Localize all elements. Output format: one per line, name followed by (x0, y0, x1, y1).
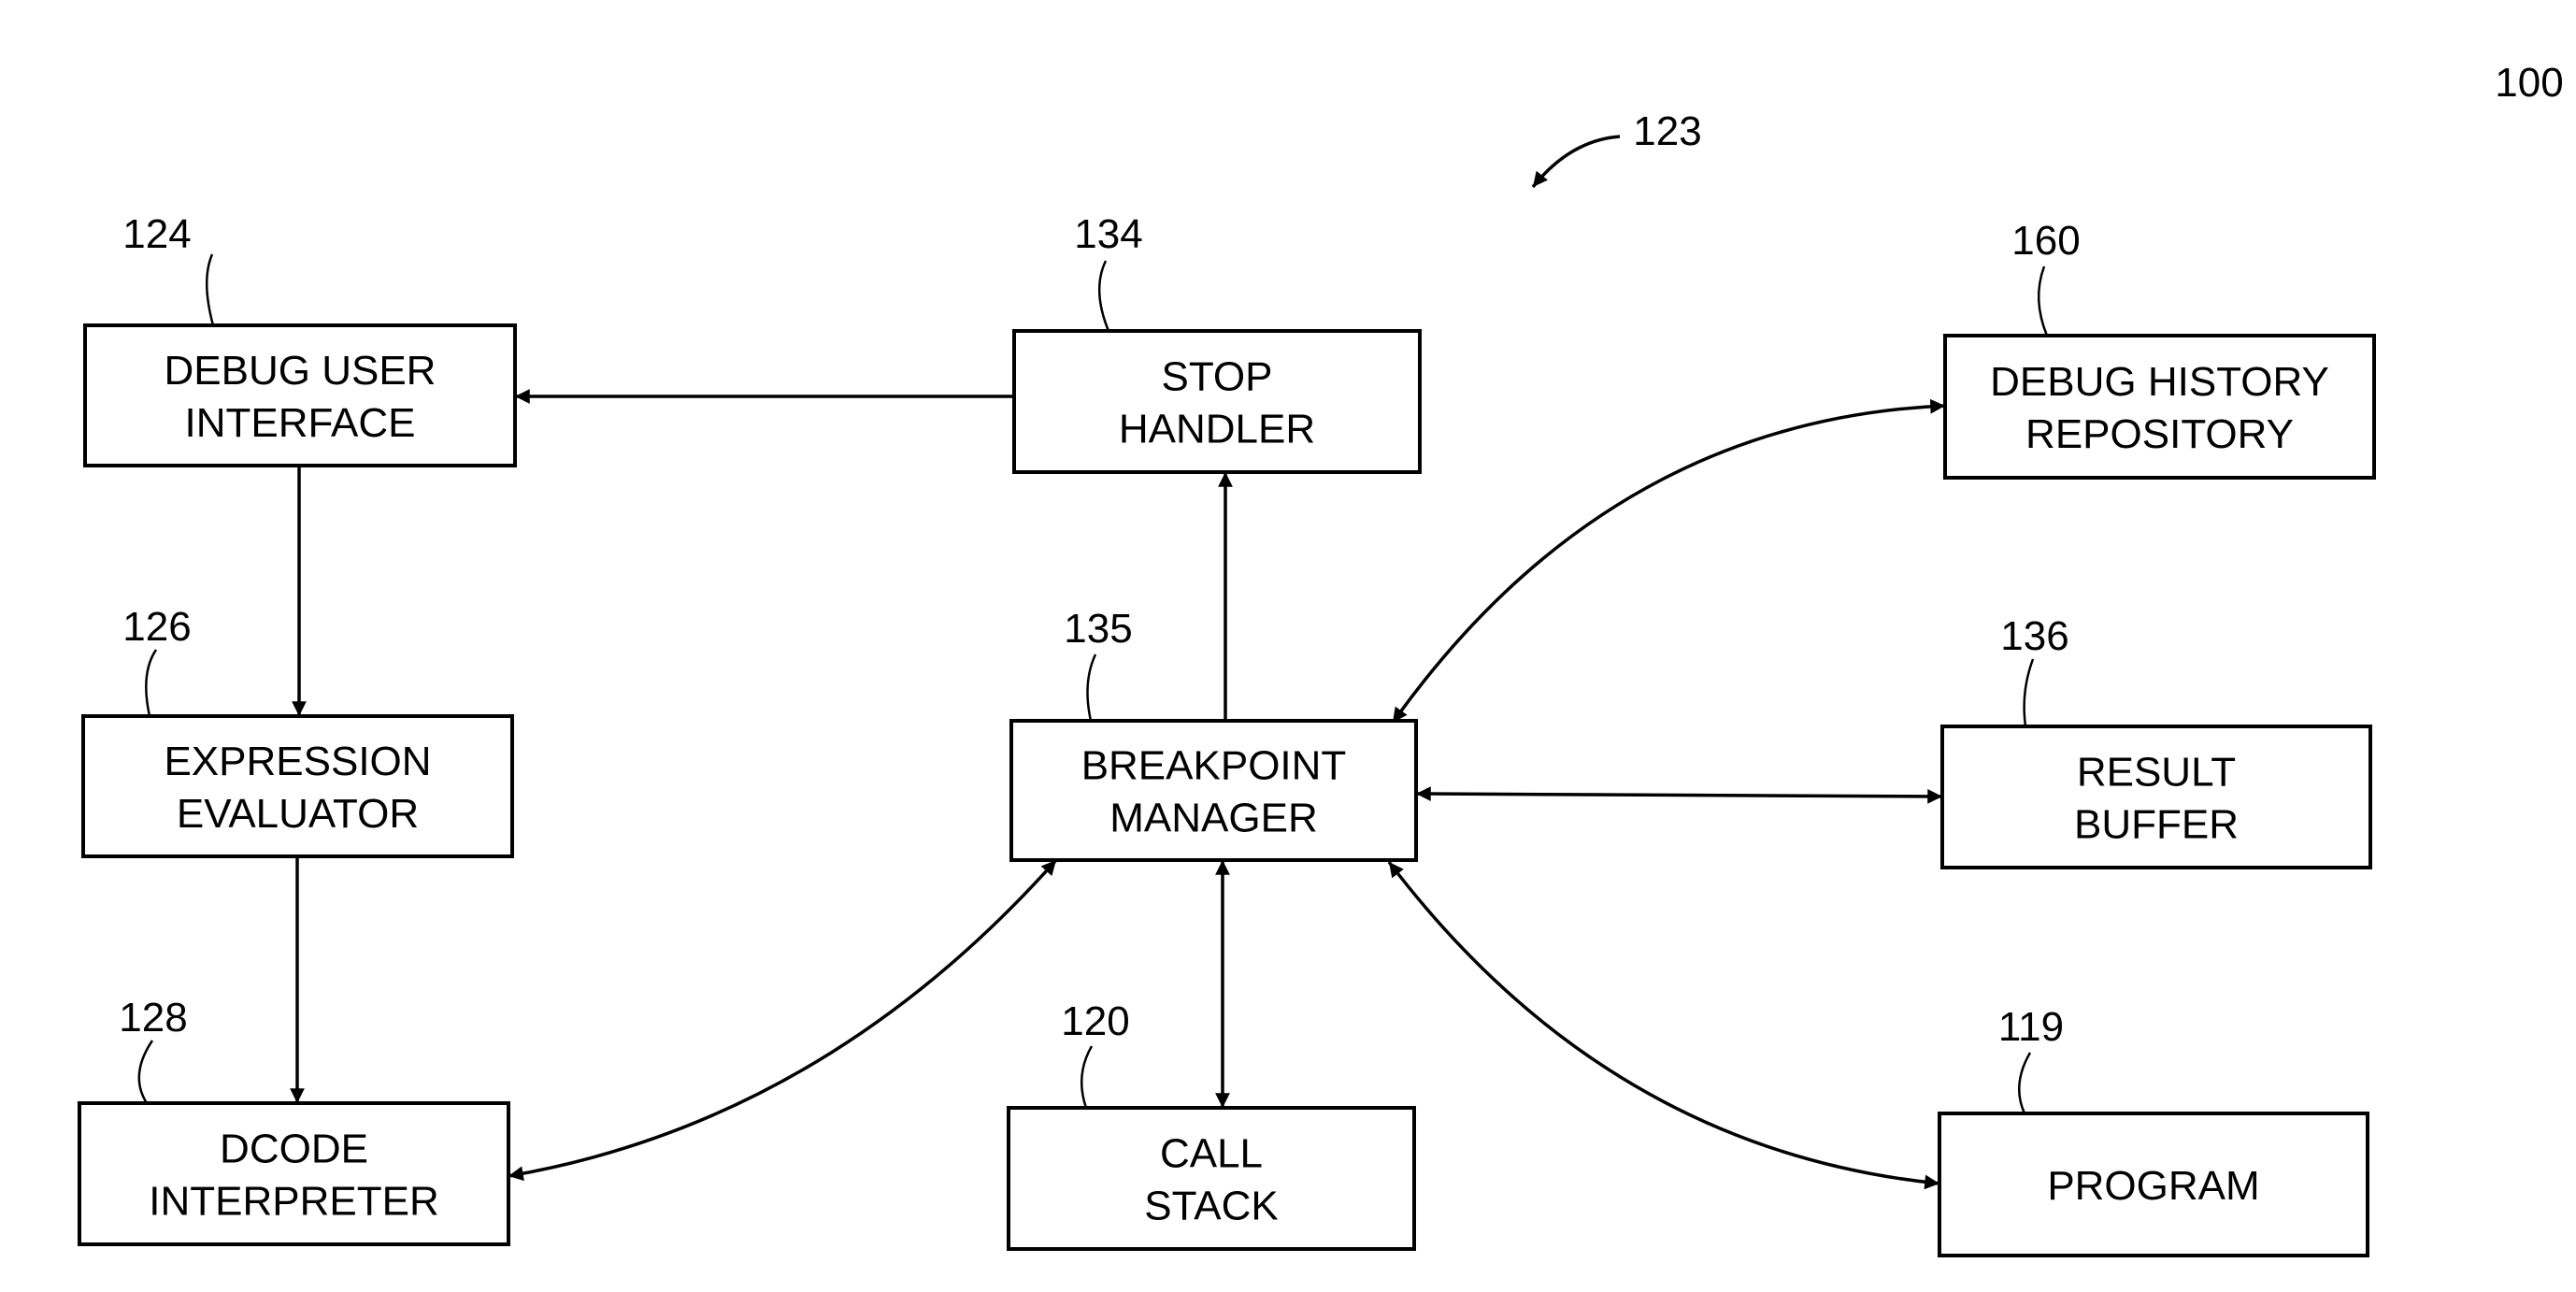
arrow-breakpoint-manager-to-debug-history-repository (1391, 398, 1946, 725)
ref-number: 124 (122, 211, 191, 257)
ref-leader-line (137, 1040, 154, 1104)
ref-number: 120 (1061, 998, 1129, 1044)
box-label-line: INTERFACE (185, 400, 416, 446)
ref-leader-line (1080, 1045, 1094, 1109)
ref-number: 160 (2011, 218, 2080, 264)
ref-number: 134 (1074, 211, 1142, 257)
box-breakpoint-manager: 135 BREAKPOINT MANAGER (1009, 606, 1418, 862)
ref-leader-line (1097, 260, 1110, 332)
figure-ref-label: 100 (2495, 60, 2563, 106)
boxes: 124 DEBUG USER INTERFACE 134 STOP HANDLER 160 D… (78, 211, 2376, 1257)
arrow-breakpoint-manager-to-dcode-interpreter (508, 858, 1058, 1182)
box-call-stack: 120 CALL STACK (1007, 998, 1416, 1251)
box-label-line: PROGRAM (2047, 1163, 2259, 1209)
box-program: 119 PROGRAM (1938, 1004, 2369, 1257)
box-label-line: INTERPRETER (149, 1179, 438, 1225)
box-label-line: RESULT (2077, 750, 2236, 796)
box-label-line: REPOSITORY (2025, 411, 2294, 457)
ref-number: 126 (122, 604, 191, 650)
box-label-line: EXPRESSION (164, 739, 431, 784)
box-stop-handler: 134 STOP HANDLER (1012, 211, 1422, 474)
ref-leader-line (2018, 1052, 2032, 1114)
ref-leader-line (206, 253, 215, 326)
ref-leader-line (1086, 653, 1097, 722)
system-ref-label: 123 (1633, 108, 1701, 154)
ref-leader-line (2037, 266, 2049, 337)
system-ref-arrow (1531, 135, 1621, 189)
box-label-line: BUFFER (2074, 802, 2239, 848)
box-debug-history-repository: 160 DEBUG HISTORY REPOSITORY (1943, 218, 2376, 480)
ref-leader-line (2023, 658, 2035, 727)
box-label-line: EVALUATOR (177, 791, 419, 837)
ref-number: 136 (2000, 613, 2068, 659)
block-diagram: 100 123 124 DEBUG USER INTERFACE 134 STOP HAN… (78, 60, 2564, 1257)
box-result-buffer: 136 RESULT BUFFER (1940, 613, 2372, 869)
box-label-line: STACK (1144, 1184, 1278, 1229)
arrow-breakpoint-manager-to-program (1387, 860, 1940, 1190)
box-label-line: STOP (1161, 354, 1272, 400)
box-debug-user-interface: 124 DEBUG USER INTERFACE (83, 211, 517, 467)
box-label-line: BREAKPOINT (1081, 743, 1347, 789)
box-label-line: CALL (1160, 1131, 1263, 1177)
ref-number: 128 (119, 995, 187, 1041)
box-dcode-interpreter: 128 DCODE INTERPRETER (78, 995, 510, 1246)
box-label-line: DEBUG HISTORY (1990, 359, 2329, 405)
ref-number: 135 (1064, 606, 1132, 652)
box-label-line: HANDLER (1119, 407, 1315, 452)
box-label-line: DEBUG USER (165, 348, 436, 394)
box-label-line: DCODE (220, 1127, 368, 1172)
arrow-breakpoint-manager-to-result-buffer (1415, 786, 1943, 804)
box-label-line: MANAGER (1109, 796, 1317, 841)
ref-number: 119 (1998, 1004, 2064, 1050)
ref-leader-line (145, 649, 158, 717)
